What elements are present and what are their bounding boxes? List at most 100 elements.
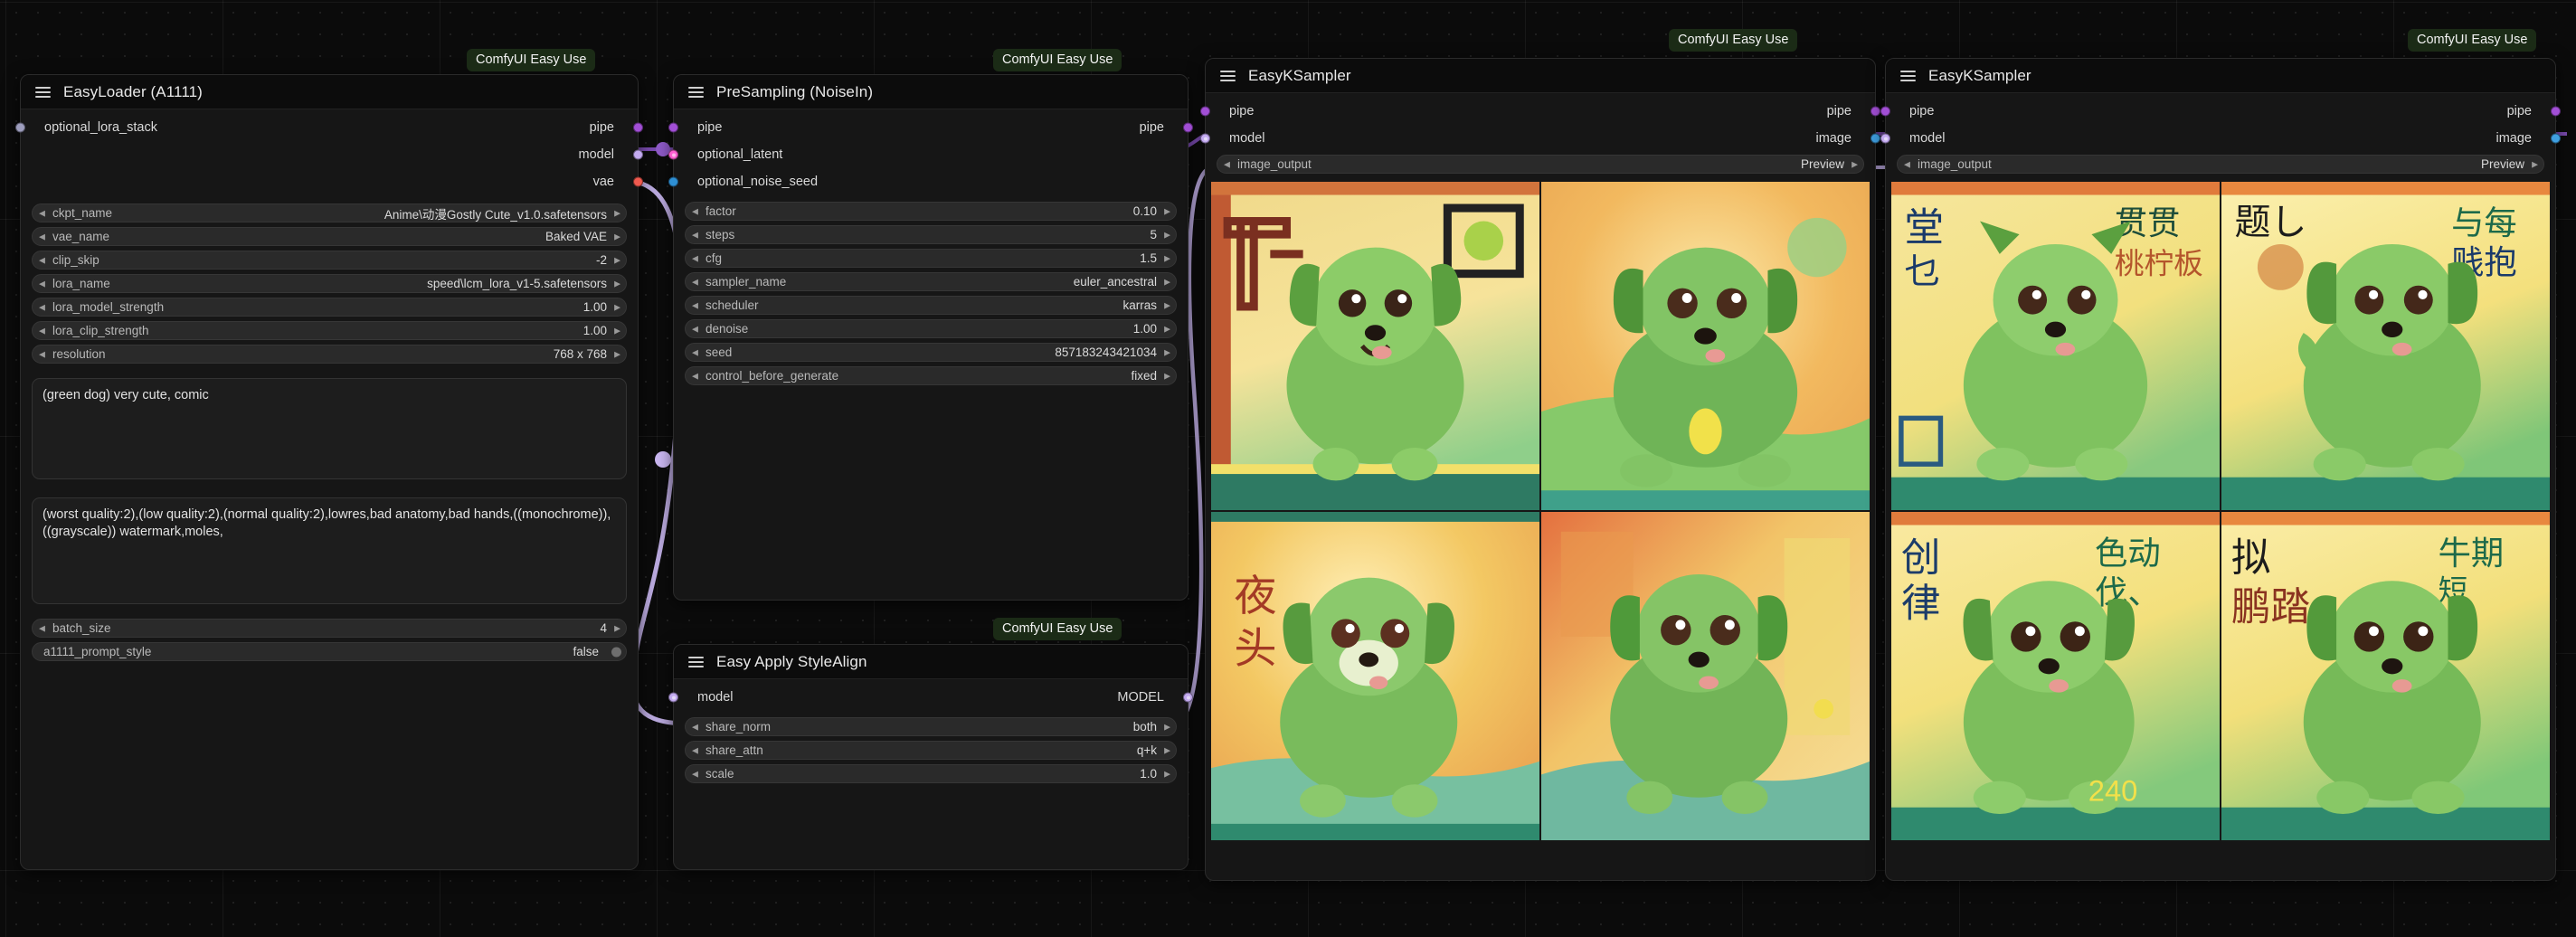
increment-arrow-icon[interactable]: ▶: [1164, 301, 1170, 309]
negative-prompt-textarea[interactable]: (worst quality:2),(low quality:2),(norma…: [32, 497, 627, 604]
increment-arrow-icon[interactable]: ▶: [614, 624, 620, 632]
node-header-ksampler-2[interactable]: EasyKSampler: [1886, 59, 2555, 93]
decrement-arrow-icon[interactable]: ◀: [39, 327, 45, 335]
output-socket-pipe[interactable]: [633, 122, 643, 133]
widget-clip-skip[interactable]: ◀ clip_skip -2 ▶: [32, 251, 627, 270]
increment-arrow-icon[interactable]: ▶: [614, 256, 620, 264]
node-header-stylealign[interactable]: Easy Apply StyleAlign: [674, 645, 1188, 679]
decrement-arrow-icon[interactable]: ◀: [692, 372, 698, 380]
widget-share-norm[interactable]: ◀ share_norm both ▶: [685, 717, 1177, 736]
widget-ckpt-name[interactable]: ◀ ckpt_name Anime\动漫Gostly Cute_v1.0.saf…: [32, 203, 627, 222]
increment-arrow-icon[interactable]: ▶: [1852, 160, 1858, 168]
decrement-arrow-icon[interactable]: ◀: [39, 350, 45, 358]
output-socket-vae[interactable]: [633, 176, 643, 187]
decrement-arrow-icon[interactable]: ◀: [1224, 160, 1230, 168]
node-header-ksampler-1[interactable]: EasyKSampler: [1206, 59, 1875, 93]
increment-arrow-icon[interactable]: ▶: [2532, 160, 2538, 168]
decrement-arrow-icon[interactable]: ◀: [39, 232, 45, 241]
decrement-arrow-icon[interactable]: ◀: [1904, 160, 1910, 168]
preview-image[interactable]: 创 律 色动 伐、 240: [1891, 512, 2220, 840]
decrement-arrow-icon[interactable]: ◀: [692, 348, 698, 356]
widget-image-output[interactable]: ◀ image_output Preview ▶: [1217, 155, 1864, 174]
widget-a1111-prompt-style[interactable]: a1111_prompt_style false: [32, 642, 627, 661]
increment-arrow-icon[interactable]: ▶: [1164, 325, 1170, 333]
increment-arrow-icon[interactable]: ▶: [614, 209, 620, 217]
positive-prompt-textarea[interactable]: (green dog) very cute, comic: [32, 378, 627, 479]
increment-arrow-icon[interactable]: ▶: [1164, 278, 1170, 286]
output-socket-image[interactable]: [2551, 133, 2561, 144]
widget-steps[interactable]: ◀ steps 5 ▶: [685, 225, 1177, 244]
increment-arrow-icon[interactable]: ▶: [614, 232, 620, 241]
increment-arrow-icon[interactable]: ▶: [1164, 746, 1170, 754]
preview-image[interactable]: 夜 头: [1211, 512, 1539, 840]
output-socket-image[interactable]: [1870, 133, 1880, 144]
decrement-arrow-icon[interactable]: ◀: [692, 325, 698, 333]
input-socket-optional-latent[interactable]: [668, 149, 678, 160]
node-ksampler-2[interactable]: EasyKSampler pipe pipe model image ◀ ima…: [1880, 58, 2561, 881]
increment-arrow-icon[interactable]: ▶: [1164, 372, 1170, 380]
collapse-icon[interactable]: [1900, 70, 1916, 81]
widget-vae-name[interactable]: ◀ vae_name Baked VAE ▶: [32, 227, 627, 246]
input-socket-model[interactable]: [1200, 133, 1210, 144]
input-socket-optional-lora-stack[interactable]: [15, 122, 25, 133]
increment-arrow-icon[interactable]: ▶: [1164, 770, 1170, 778]
output-socket-model[interactable]: [633, 149, 643, 160]
node-header-presampling[interactable]: PreSampling (NoiseIn): [674, 75, 1188, 109]
decrement-arrow-icon[interactable]: ◀: [692, 278, 698, 286]
preview-image[interactable]: 拟 鹏踏 牛期 短: [2221, 512, 2550, 840]
widget-factor[interactable]: ◀ factor 0.10 ▶: [685, 202, 1177, 221]
collapse-icon[interactable]: [1220, 70, 1236, 81]
node-stylealign[interactable]: Easy Apply StyleAlign model MODEL ◀ shar…: [668, 644, 1193, 870]
widget-lora-clip-strength[interactable]: ◀ lora_clip_strength 1.00 ▶: [32, 321, 627, 340]
increment-arrow-icon[interactable]: ▶: [1164, 207, 1170, 215]
preview-image[interactable]: [1541, 182, 1870, 510]
widget-seed[interactable]: ◀ seed 857183243421034 ▶: [685, 343, 1177, 362]
widget-sampler-name[interactable]: ◀ sampler_name euler_ancestral ▶: [685, 272, 1177, 291]
increment-arrow-icon[interactable]: ▶: [1164, 723, 1170, 731]
preview-image[interactable]: 题し 与每 贱抱: [2221, 182, 2550, 510]
widget-control-before-generate[interactable]: ◀ control_before_generate fixed ▶: [685, 366, 1177, 385]
widget-scale[interactable]: ◀ scale 1.0 ▶: [685, 764, 1177, 783]
widget-share-attn[interactable]: ◀ share_attn q+k ▶: [685, 741, 1177, 760]
decrement-arrow-icon[interactable]: ◀: [692, 231, 698, 239]
widget-cfg[interactable]: ◀ cfg 1.5 ▶: [685, 249, 1177, 268]
decrement-arrow-icon[interactable]: ◀: [692, 723, 698, 731]
decrement-arrow-icon[interactable]: ◀: [692, 746, 698, 754]
collapse-icon[interactable]: [688, 86, 704, 98]
node-easyloader[interactable]: EasyLoader (A1111) optional_lora_stack p…: [15, 74, 643, 870]
toggle-knob-icon[interactable]: [611, 647, 621, 657]
widget-scheduler[interactable]: ◀ scheduler karras ▶: [685, 296, 1177, 315]
input-socket-pipe[interactable]: [1200, 106, 1210, 117]
widget-denoise[interactable]: ◀ denoise 1.00 ▶: [685, 319, 1177, 338]
output-socket-pipe[interactable]: [2551, 106, 2561, 117]
increment-arrow-icon[interactable]: ▶: [614, 303, 620, 311]
increment-arrow-icon[interactable]: ▶: [1164, 231, 1170, 239]
increment-arrow-icon[interactable]: ▶: [614, 327, 620, 335]
increment-arrow-icon[interactable]: ▶: [614, 279, 620, 288]
output-socket-pipe[interactable]: [1183, 122, 1193, 133]
decrement-arrow-icon[interactable]: ◀: [39, 303, 45, 311]
decrement-arrow-icon[interactable]: ◀: [39, 209, 45, 217]
decrement-arrow-icon[interactable]: ◀: [39, 624, 45, 632]
node-header-easyloader[interactable]: EasyLoader (A1111): [21, 75, 638, 109]
collapse-icon[interactable]: [688, 656, 704, 667]
increment-arrow-icon[interactable]: ▶: [1164, 348, 1170, 356]
input-socket-model[interactable]: [1880, 133, 1890, 144]
input-socket-pipe[interactable]: [1880, 106, 1890, 117]
collapse-icon[interactable]: [35, 86, 51, 98]
increment-arrow-icon[interactable]: ▶: [614, 350, 620, 358]
input-socket-optional-noise-seed[interactable]: [668, 176, 678, 187]
decrement-arrow-icon[interactable]: ◀: [692, 301, 698, 309]
preview-image[interactable]: [1541, 512, 1870, 840]
decrement-arrow-icon[interactable]: ◀: [692, 770, 698, 778]
preview-image[interactable]: [1211, 182, 1539, 510]
widget-image-output[interactable]: ◀ image_output Preview ▶: [1897, 155, 2544, 174]
decrement-arrow-icon[interactable]: ◀: [692, 207, 698, 215]
node-ksampler-1[interactable]: EasyKSampler pipe pipe model image ◀ ima…: [1200, 58, 1880, 881]
output-socket-model[interactable]: [1183, 692, 1193, 703]
widget-resolution[interactable]: ◀ resolution 768 x 768 ▶: [32, 345, 627, 364]
widget-lora-name[interactable]: ◀ lora_name speed\lcm_lora_v1-5.safetens…: [32, 274, 627, 293]
input-socket-model[interactable]: [668, 692, 678, 703]
decrement-arrow-icon[interactable]: ◀: [692, 254, 698, 262]
widget-batch-size[interactable]: ◀ batch_size 4 ▶: [32, 619, 627, 638]
